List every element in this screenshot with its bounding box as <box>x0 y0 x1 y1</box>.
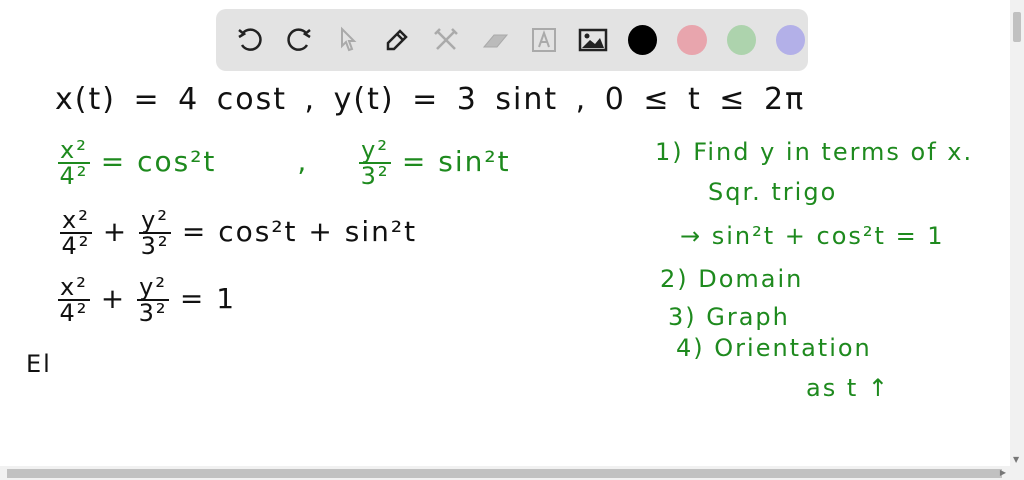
equation-sum: x² 4² + y² 3² = cos²t + sin²t <box>60 208 417 258</box>
frac-num: y² <box>139 206 171 234</box>
vertical-scroll-thumb[interactable] <box>1013 12 1021 42</box>
step-3: 3) Graph <box>668 303 790 331</box>
eraser-button[interactable] <box>478 22 513 58</box>
redo-button[interactable] <box>281 22 316 58</box>
frac-num: x² <box>60 206 92 234</box>
image-button[interactable] <box>576 22 611 58</box>
text-icon <box>532 28 557 52</box>
frac-den: 3² <box>140 232 170 260</box>
step-1-identity: → sin²t + cos²t = 1 <box>680 222 945 250</box>
separator: , <box>297 145 309 178</box>
equation-parametric: x(t) = 4 cost , y(t) = 3 sint , 0 ≤ t ≤ … <box>55 82 806 117</box>
horizontal-scroll-thumb[interactable] <box>7 469 1002 478</box>
step-2: 2) Domain <box>660 265 804 293</box>
step-1-sub: Sqr. trigo <box>708 178 838 206</box>
tools-icon <box>434 28 458 50</box>
color-green[interactable] <box>726 25 756 55</box>
toolbar <box>216 9 808 71</box>
vertical-scrollbar[interactable]: ▼ <box>1010 0 1024 466</box>
undo-button[interactable] <box>232 22 267 58</box>
scroll-down-arrow-icon[interactable]: ▼ <box>1013 455 1019 464</box>
select-icon <box>340 26 357 52</box>
tools-button[interactable] <box>429 22 464 58</box>
frac-num: x² <box>58 273 90 301</box>
rhs: = sin²t <box>401 145 511 178</box>
rhs: = cos²t <box>100 145 217 178</box>
frac-den: 3² <box>360 162 390 190</box>
color-red[interactable] <box>677 25 707 55</box>
step-4: 4) Orientation <box>676 334 872 362</box>
step-1: 1) Find y in terms of x. <box>655 138 974 166</box>
frac-den: 4² <box>61 232 91 260</box>
eraser-icon <box>483 34 509 48</box>
select-button[interactable] <box>330 22 365 58</box>
equation-squared: x² 4² = cos²t , y² 3² = sin²t <box>58 138 511 188</box>
rhs: = 1 <box>179 282 237 315</box>
frac-num: x² <box>58 136 90 164</box>
scroll-right-arrow-icon[interactable]: ▶ <box>1000 468 1006 477</box>
frac-den: 3² <box>138 299 168 327</box>
frac-num: y² <box>359 136 391 164</box>
plus: + <box>102 215 129 248</box>
undo-icon <box>237 28 262 51</box>
pen-button[interactable] <box>379 22 414 58</box>
frac-num: y² <box>137 273 169 301</box>
rhs: = cos²t + sin²t <box>181 215 418 248</box>
redo-icon <box>286 28 311 51</box>
text-button[interactable] <box>527 22 562 58</box>
pen-icon <box>386 29 408 51</box>
color-black[interactable] <box>628 25 658 55</box>
frac-den: 4² <box>59 162 89 190</box>
step-4-sub: as t ↑ <box>806 374 890 402</box>
partial-word: El <box>26 350 52 378</box>
horizontal-scrollbar[interactable]: ▶ <box>0 466 1024 480</box>
equation-ellipse: x² 4² + y² 3² = 1 <box>58 275 236 325</box>
color-purple[interactable] <box>775 25 806 55</box>
frac-den: 4² <box>59 299 89 327</box>
plus: + <box>100 282 127 315</box>
image-icon <box>579 28 608 52</box>
